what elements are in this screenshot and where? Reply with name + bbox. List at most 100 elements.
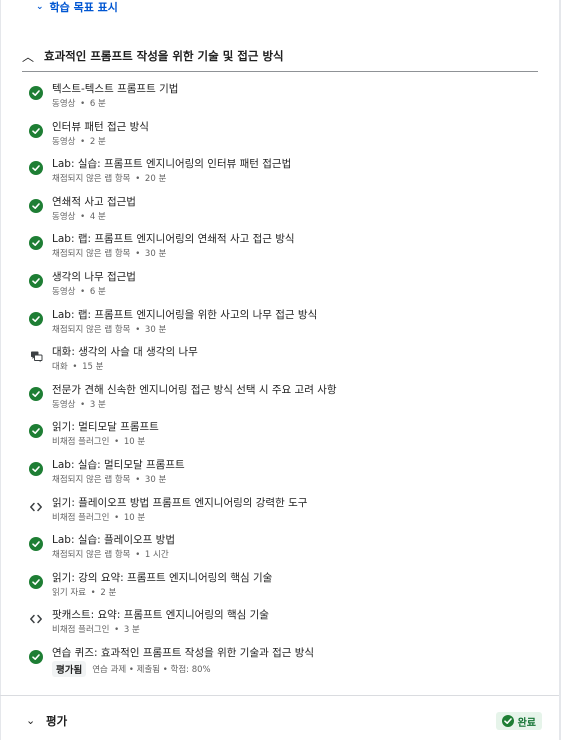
item-title: Lab: 실습: 프롬프트 엔지니어링의 인터뷰 패턴 접근법 [52, 158, 292, 171]
completed-label: 완료 [517, 717, 536, 729]
item-type: 채점되지 않은 랩 항목 [52, 550, 131, 561]
item-meta: 동영상 • 3 분 [52, 398, 106, 410]
quiz-meta-text: 연습 과제 • 제출됨 • 학점: 80% [92, 665, 211, 675]
item-meta: 비채점 플러그인 • 3 분 [52, 623, 140, 635]
item-meta: 동영상 • 4 분 [52, 210, 106, 222]
item-type: 대화 [52, 362, 68, 373]
item-duration: 3 분 [123, 625, 140, 636]
list-item[interactable]: 읽기: 플레이오프 방법 프롬프트 엔지니어링의 강력한 도구비채점 플러그인 … [22, 491, 538, 525]
item-title: Lab: 실습: 멀티모달 프롬프트 [52, 459, 185, 471]
chevron-down-icon: ⌄ [26, 714, 36, 727]
list-item[interactable]: 팟캐스트: 요약: 프롬프트 엔지니어링의 핵심 기술 비채점 플러그인 • 3 … [22, 603, 538, 637]
list-item[interactable]: 읽기: 멀티모달 프롬프트 비채점 플러그인 • 10 분 [22, 415, 538, 449]
item-status [28, 123, 44, 139]
item-type: 비채점 플러그인 [52, 437, 110, 448]
check-circle-icon [29, 161, 43, 176]
show-learning-goals-link[interactable]: ⌄ 학습 목표 표시 [36, 0, 118, 14]
item-meta: 대화 • 15 분 [52, 360, 103, 372]
item-meta: 동영상 • 2 분 [52, 135, 106, 147]
item-status [28, 348, 44, 364]
item-title: 생각의 나무 접근법 [52, 271, 136, 283]
item-status [28, 423, 44, 439]
item-meta: 비채점 플러그인 • 10 분 [52, 511, 145, 523]
item-title: 읽기: 플레이오프 방법 프롬프트 엔지니어링의 강력한 도구 [52, 496, 308, 509]
check-circle-icon [29, 537, 43, 552]
item-duration: 30 분 [144, 475, 167, 485]
check-circle-icon [29, 650, 43, 664]
item-status [28, 311, 44, 327]
item-meta: 채점되지 않은 랩 항목 • 1 시간 [52, 548, 169, 560]
item-duration: 4 분 [89, 211, 106, 222]
list-item[interactable]: 텍스트-텍스트 프롬프트 기법 동영상 • 6 분 [22, 77, 538, 111]
quiz-title: 연습 퀴즈: 효과적인 프롬프트 작성을 위한 기술과 접근 방식 [52, 647, 315, 659]
separator-dot: • [111, 625, 122, 636]
item-duration: 10 분 [123, 437, 146, 448]
item-title: 읽기: 강의 요약: 프롬프트 엔지니어링의 핵심 기술 [52, 571, 273, 584]
separator-dot: • [132, 550, 143, 561]
item-duration: 20 분 [144, 174, 167, 185]
check-circle-icon [29, 86, 43, 100]
item-duration: 6 분 [89, 99, 106, 109]
completed-badge: 완료 [495, 712, 542, 730]
check-circle-icon [501, 715, 514, 727]
list-item[interactable]: Lab: 랩: 프롬프트 엔지니어링을 위한 사고의 나무 접근 방식 채점되지 … [22, 303, 538, 337]
item-status [28, 611, 44, 627]
item-type: 동영상 [52, 399, 76, 410]
item-status [28, 85, 44, 101]
code-brackets-icon [30, 502, 42, 511]
item-status [28, 461, 44, 477]
separator-dot: • [87, 587, 99, 598]
item-meta: 비채점 플러그인 • 10 분 [52, 435, 145, 447]
chevron-up-icon: ︿ [22, 49, 35, 64]
item-status [28, 536, 44, 552]
item-type: 동영상 [52, 287, 76, 297]
item-status [28, 574, 44, 590]
list-item[interactable]: 연쇄적 사고 접근법 동영상 • 4 분 [22, 190, 538, 224]
item-duration: 3 분 [89, 399, 106, 410]
item-type: 채점되지 않은 랩 항목 [52, 475, 131, 485]
quiz-item[interactable]: 연습 퀴즈: 효과적인 프롬프트 작성을 위한 기술과 접근 방식 평가됨 연습 과… [22, 641, 538, 683]
section-divider [22, 71, 538, 72]
item-type: 비채점 플러그인 [52, 512, 110, 523]
item-title: 텍스트-텍스트 프롬프트 기법 [52, 83, 179, 95]
item-duration: 10 분 [123, 512, 146, 523]
separator-dot: • [77, 211, 88, 222]
list-item[interactable]: 읽기: 강의 요약: 프롬프트 엔지니어링의 핵심 기술 읽기 자료 • 2 분 [22, 566, 538, 600]
check-circle-icon [29, 462, 43, 476]
list-item[interactable]: 인터뷰 패턴 접근 방식 동영상 • 2 분 [22, 115, 538, 149]
list-item[interactable]: 전문가 견해 신속한 엔지니어링 접근 방식 선택 시 주요 고려 사항 동영상 … [22, 378, 538, 412]
item-duration: 2 분 [89, 136, 106, 147]
item-title: Lab: 랩: 프롬프트 엔지니어링의 연쇄적 사고 접근 방식 [52, 233, 295, 246]
item-status [28, 198, 44, 214]
separator-dot: • [77, 99, 88, 109]
separator-dot: • [132, 249, 143, 260]
section-toggle[interactable]: ︿ 효과적인 프롬프트 작성을 위한 기술 및 접근 방식 [22, 42, 538, 70]
list-item[interactable]: Lab: 실습: 멀티모달 프롬프트채점되지 않은 랩 항목 • 30 분 [22, 453, 538, 487]
module-toggle-assessment[interactable]: ⌄ 평가 완료 [22, 708, 542, 734]
list-item[interactable]: Lab: 랩: 프롬프트 엔지니어링의 연쇄적 사고 접근 방식 채점되지 않은 … [22, 227, 538, 261]
item-meta: 채점되지 않은 랩 항목 • 30 분 [52, 247, 166, 259]
list-item[interactable]: Lab: 실습: 플레이오프 방법 채점되지 않은 랩 항목 • 1 시간 [22, 528, 538, 562]
module-divider [0, 695, 559, 696]
list-item[interactable]: 생각의 나무 접근법 동영상 • 6 분 [22, 265, 538, 299]
list-item[interactable]: 대화: 생각의 사슬 대 생각의 나무 대화 • 15 분 [22, 340, 538, 374]
item-title: Lab: 랩: 프롬프트 엔지니어링을 위한 사고의 나무 접근 방식 [52, 308, 318, 321]
show-learning-goals-label: 학습 목표 표시 [49, 1, 118, 14]
item-status [28, 649, 44, 665]
check-circle-icon [29, 311, 43, 326]
item-status [28, 386, 44, 402]
check-circle-icon [29, 198, 43, 213]
item-duration: 15 분 [82, 362, 104, 373]
module-title: 평가 [46, 714, 68, 728]
separator-dot: • [77, 399, 88, 410]
item-type: 동영상 [52, 136, 76, 147]
item-meta: 채점되지 않은 랩 항목 • 30 분 [52, 473, 166, 485]
list-item[interactable]: Lab: 실습: 프롬프트 엔지니어링의 인터뷰 패턴 접근법 채점되지 않은 랩… [22, 152, 538, 186]
item-status [28, 235, 44, 251]
section-title: 효과적인 프롬프트 작성을 위한 기술 및 접근 방식 [44, 49, 284, 63]
code-brackets-icon [30, 615, 42, 624]
check-circle-icon [29, 574, 43, 589]
item-type: 채점되지 않은 랩 항목 [52, 249, 131, 260]
item-duration: 30 분 [144, 249, 167, 260]
check-circle-icon [29, 236, 43, 251]
